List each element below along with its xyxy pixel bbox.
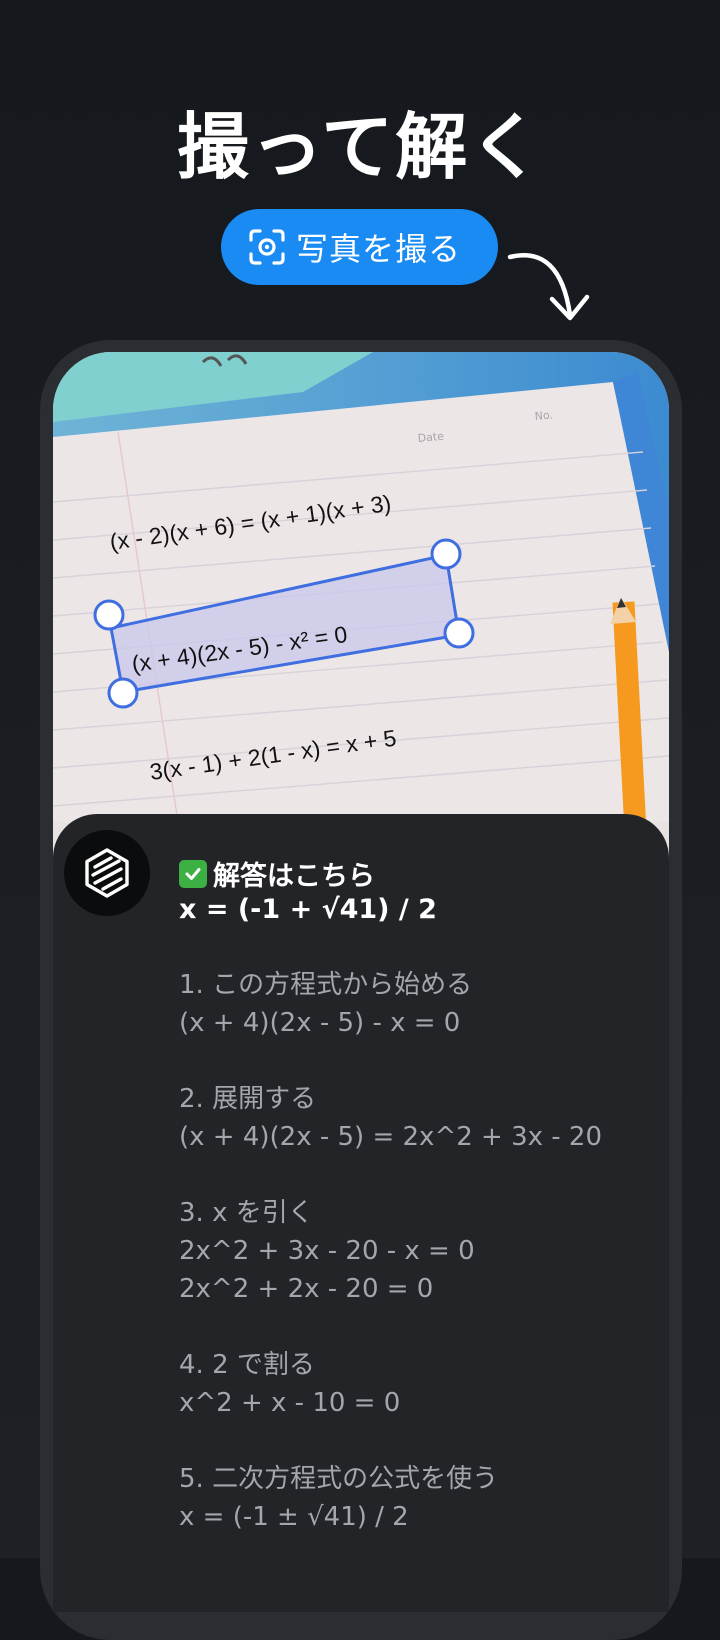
step-5-equation: x = (-1 ± √41) / 2 — [179, 1502, 409, 1532]
selection-handle-right[interactable] — [443, 617, 475, 649]
date-label: Date — [417, 430, 445, 445]
take-photo-label: 写真を撮る — [295, 230, 461, 268]
app-logo-avatar — [64, 830, 150, 916]
phone-screen: Date No. (x - 2)(x + 6) = (x + 1)(x + 3)… — [53, 352, 669, 1612]
solution-step: 2. 展開する (x + 4)(2x - 5) = 2x^2 + 3x - 20 — [179, 1080, 649, 1156]
answer-title: 解答はこちら — [179, 854, 375, 893]
step-1-equation: (x + 4)(2x - 5) - x = 0 — [179, 1008, 461, 1038]
step-1-heading: 1. この方程式から始める — [179, 970, 473, 1000]
step-4-equation: x^2 + x - 10 = 0 — [179, 1388, 401, 1418]
step-3-equation-2: 2x^2 + 2x - 20 = 0 — [179, 1274, 434, 1304]
solution-step: 4. 2 で割る x^2 + x - 10 = 0 — [179, 1346, 649, 1422]
app-logo-icon — [85, 848, 129, 898]
step-5-heading: 5. 二次方程式の公式を使う — [179, 1464, 499, 1494]
page-headline: 撮って解く — [176, 105, 544, 189]
selection-handle-top-right[interactable] — [430, 538, 462, 570]
solution-sheet: 解答はこちら x = (-1 + √41) / 2 1. この方程式から始める … — [53, 814, 669, 1612]
camera-scan-icon — [249, 229, 285, 265]
answer-title-text: 解答はこちら — [213, 861, 375, 892]
check-icon — [179, 859, 207, 888]
selection-handle-top-left[interactable] — [93, 599, 125, 631]
answer-result: x = (-1 + √41) / 2 — [179, 894, 437, 925]
notebook-photo: Date No. (x - 2)(x + 6) = (x + 1)(x + 3)… — [53, 352, 669, 822]
solution-step: 5. 二次方程式の公式を使う x = (-1 ± √41) / 2 — [179, 1460, 649, 1536]
step-3-equation: 2x^2 + 3x - 20 - x = 0 — [179, 1236, 475, 1266]
selection-handle-bottom-left[interactable] — [107, 677, 139, 709]
solution-step: 1. この方程式から始める (x + 4)(2x - 5) - x = 0 — [179, 966, 649, 1042]
solution-steps: 1. この方程式から始める (x + 4)(2x - 5) - x = 0 2.… — [179, 966, 649, 1574]
step-3-heading: 3. x を引く — [179, 1198, 314, 1228]
step-4-heading: 4. 2 で割る — [179, 1350, 315, 1380]
take-photo-button[interactable]: 写真を撮る — [221, 209, 498, 285]
curved-arrow-icon — [507, 253, 590, 321]
step-2-heading: 2. 展開する — [179, 1084, 317, 1114]
solution-step: 3. x を引く 2x^2 + 3x - 20 - x = 0 2x^2 + 2… — [179, 1194, 649, 1308]
step-2-equation: (x + 4)(2x - 5) = 2x^2 + 3x - 20 — [179, 1122, 603, 1152]
no-label: No. — [534, 408, 553, 423]
